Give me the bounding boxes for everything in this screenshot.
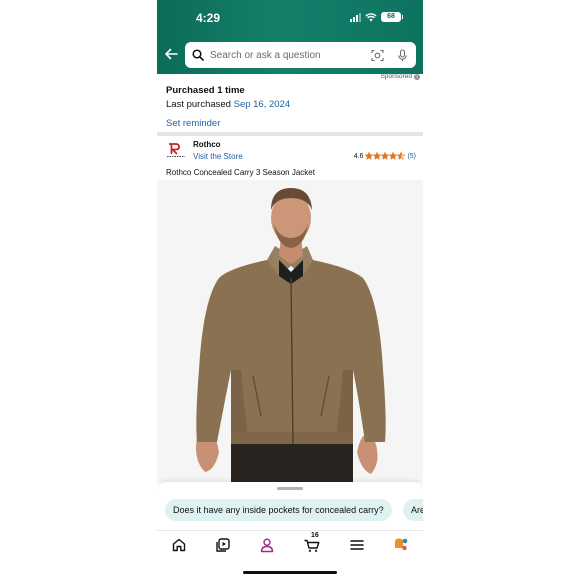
suggestions-sheet: Does it have any inside pockets for conc… (157, 482, 423, 532)
last-purchased-date-link[interactable]: Sep 16, 2024 (234, 99, 291, 110)
suggestion-chip[interactable]: Are (403, 499, 423, 521)
signal-icon (350, 12, 361, 22)
sponsored-text: Sponsored (380, 73, 412, 80)
last-purchased-label: Last purchased (166, 99, 231, 110)
sheet-handle[interactable] (277, 487, 303, 490)
review-count: (5) (407, 152, 416, 160)
rating-value: 4.6 (353, 152, 364, 160)
tab-home[interactable] (171, 537, 187, 553)
tab-video[interactable] (215, 537, 231, 553)
menu-icon (350, 540, 364, 550)
info-icon: i (414, 73, 420, 80)
star-icon (397, 152, 406, 160)
sponsored-label[interactable]: Sponsored i (381, 73, 420, 80)
wifi-icon (365, 13, 377, 22)
bottom-tab-bar: 16 (157, 530, 423, 560)
last-purchased: Last purchased Sep 16, 2024 (166, 99, 416, 110)
product-image[interactable] (157, 180, 423, 482)
search-input[interactable]: Search or ask a question (185, 42, 416, 68)
star-rating (365, 152, 406, 160)
rothco-logo[interactable] (166, 142, 186, 160)
rufus-icon (395, 538, 408, 551)
star-icon (381, 152, 390, 160)
profile-icon (260, 538, 274, 553)
battery-icon: 68 (381, 12, 403, 22)
rating[interactable]: 4.6 (5) (354, 152, 416, 160)
purchase-count: Purchased 1 time (166, 85, 245, 96)
status-time: 4:29 (196, 11, 221, 25)
jacket-model-photo (157, 180, 423, 482)
cart-count-badge: 16 (311, 532, 319, 539)
purchase-history: Purchased 1 time Last purchased Sep 16, … (166, 85, 416, 129)
star-icon (389, 152, 398, 160)
tab-cart[interactable]: 16 (304, 532, 320, 553)
suggestion-chip[interactable]: Does it have any inside pockets for conc… (165, 499, 392, 521)
search-placeholder: Search or ask a question (210, 49, 321, 61)
video-play-icon (216, 538, 230, 552)
tab-menu[interactable] (349, 537, 365, 553)
cart-icon (304, 539, 320, 552)
set-reminder-link[interactable]: Set reminder (166, 118, 416, 129)
camera-lens-icon[interactable] (371, 49, 384, 62)
app-header: 4:29 68 Search or ask a question (157, 0, 423, 74)
phone-screen: 4:29 68 Search or ask a question Sponsor… (157, 0, 423, 580)
section-divider (157, 132, 423, 136)
brand-name: Rothco (193, 140, 221, 149)
back-arrow-icon[interactable] (164, 47, 178, 61)
home-icon (172, 538, 186, 552)
brand-row: Rothco Visit the Store 4.6 (5) (166, 140, 416, 164)
tab-profile[interactable] (259, 537, 275, 553)
status-icons: 68 (350, 12, 403, 22)
tab-rufus[interactable] (393, 537, 409, 553)
star-icon (373, 152, 382, 160)
product-title[interactable]: Rothco Concealed Carry 3 Season Jacket (166, 168, 315, 177)
visit-store-link[interactable]: Visit the Store (193, 152, 243, 161)
microphone-icon[interactable] (396, 48, 409, 62)
home-indicator[interactable] (243, 571, 337, 574)
search-icon (192, 49, 204, 61)
star-icon (365, 152, 374, 160)
